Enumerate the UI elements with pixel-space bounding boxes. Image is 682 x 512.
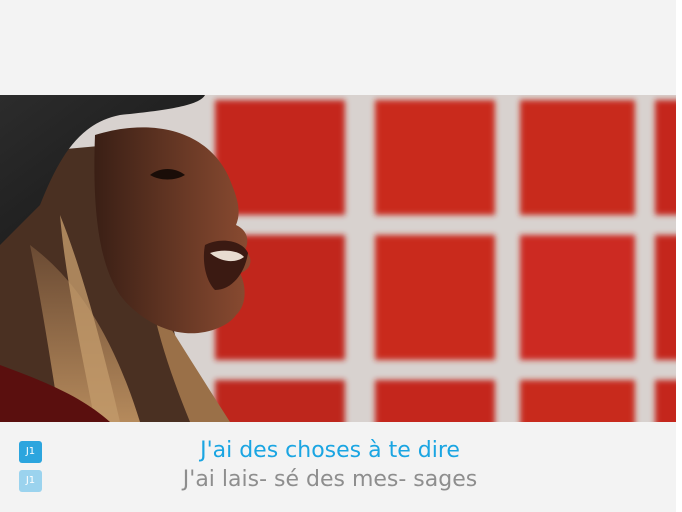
- karaoke-screen: J1 J1 J'ai des choses à te dire J'ai lai…: [0, 0, 682, 512]
- music-video-frame: [0, 95, 676, 422]
- right-edge-strip: [676, 0, 682, 512]
- next-lyric-line: J'ai lais- sé des mes- sages: [182, 467, 478, 492]
- current-lyric-line: J'ai des choses à te dire: [200, 438, 460, 463]
- top-letterbox: [0, 0, 682, 95]
- lyrics-panel: J1 J1 J'ai des choses à te dire J'ai lai…: [0, 422, 676, 512]
- video-still: [0, 95, 676, 422]
